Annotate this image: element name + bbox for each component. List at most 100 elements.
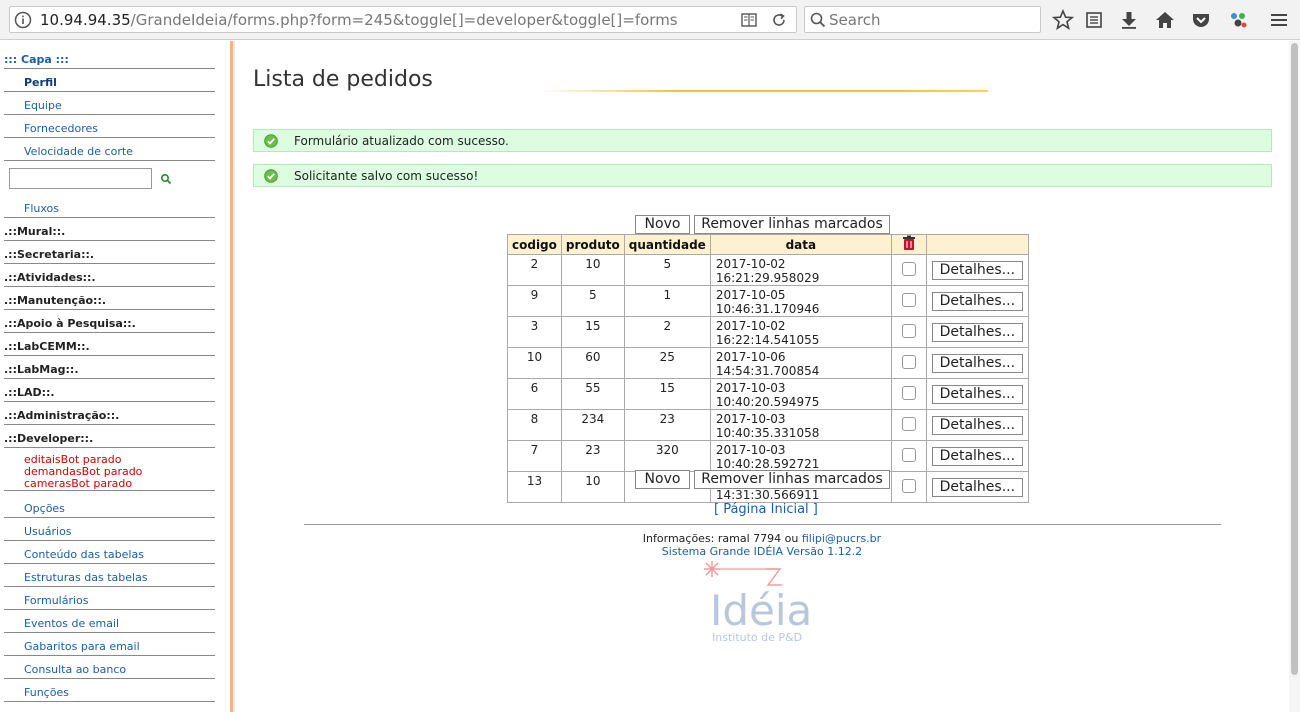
sidebar-item-equipe[interactable]: Equipe <box>4 92 215 115</box>
cell-codigo: 3 <box>507 316 562 348</box>
cell-data: 2017-10-02 16:21:29.958029 <box>709 254 892 286</box>
sidebar-item-fornecedores[interactable]: Fornecedores <box>4 115 215 138</box>
search-bar[interactable]: Search <box>804 6 1041 33</box>
sidebar-section-label: .::Administração::. <box>4 409 120 422</box>
email-link[interactable]: filipi@pucrs.br <box>802 532 881 545</box>
sidebar-item-label: Estruturas das tabelas <box>24 571 148 584</box>
cell-codigo: 9 <box>507 285 562 317</box>
sidebar-item-label: Eventos de email <box>24 617 120 630</box>
novo-button[interactable]: Novo <box>635 215 690 234</box>
sidebar-section-label: .::Developer::. <box>4 432 94 445</box>
row-checkbox[interactable] <box>901 416 916 431</box>
sidebar-item-label: Usuários <box>24 525 72 538</box>
extension-icon[interactable] <box>1227 9 1249 31</box>
sidebar-section-developer[interactable]: .::Developer::. <box>4 425 215 448</box>
sidebar-section-label: .::LabMag::. <box>4 363 79 376</box>
row-checkbox[interactable] <box>901 261 916 276</box>
sidebar-item-velocidade[interactable]: Velocidade de corte <box>4 138 215 161</box>
remover-button[interactable]: Remover linhas marcados <box>694 215 890 234</box>
sidebar-item-label: Fluxos <box>24 202 59 215</box>
novo-button-bottom[interactable]: Novo <box>635 470 690 489</box>
row-checkbox[interactable] <box>901 447 916 462</box>
system-version-link[interactable]: Sistema Grande IDÉIA Versão 1.12.2 <box>662 545 862 558</box>
detalhes-button[interactable]: Detalhes... <box>931 384 1023 404</box>
sidebar-item-conteudo[interactable]: Conteúdo das tabelas <box>4 541 215 564</box>
library-icon[interactable] <box>1083 9 1105 31</box>
sidebar-section-label: .::Apoio à Pesquisa::. <box>4 317 136 330</box>
sidebar-section-label: .::Manutenção::. <box>4 294 107 307</box>
cell-codigo: 2 <box>507 254 562 286</box>
sidebar-search-input[interactable] <box>9 168 152 189</box>
url-text[interactable]: 10.94.94.35/GrandeIdeia/forms.php?form=2… <box>40 11 678 29</box>
detalhes-button[interactable]: Detalhes... <box>931 322 1023 342</box>
search-icon[interactable] <box>160 173 172 185</box>
sidebar-section-label: .::Atividades::. <box>4 271 96 284</box>
row-checkbox[interactable] <box>901 478 916 493</box>
detalhes-button[interactable]: Detalhes... <box>931 353 1023 373</box>
row-checkbox[interactable] <box>901 385 916 400</box>
detalhes-button[interactable]: Detalhes... <box>931 446 1023 466</box>
pocket-icon[interactable] <box>1190 9 1212 31</box>
cell-quantidade: 25 <box>623 347 711 379</box>
sidebar-section-mural[interactable]: .::Mural::. <box>4 218 215 241</box>
sidebar-section-labmag[interactable]: .::LabMag::. <box>4 356 215 379</box>
pagina-inicial-link[interactable]: [ Página Inicial ] <box>714 502 818 517</box>
sidebar-item-gabaritos[interactable]: Gabaritos para email <box>4 633 215 656</box>
row-checkbox[interactable] <box>901 292 916 307</box>
sidebar-item-label: Opções <box>24 502 65 515</box>
sidebar-item-eventos[interactable]: Eventos de email <box>4 610 215 633</box>
cell-produto: 23 <box>560 440 625 472</box>
sidebar-item-label: Equipe <box>24 99 62 112</box>
sidebar-item-label: Fornecedores <box>24 122 99 135</box>
sidebar-section-label: .::Mural::. <box>4 225 66 238</box>
trash-icon <box>902 235 915 250</box>
sidebar-item-formularios[interactable]: Formulários <box>4 587 215 610</box>
row-checkbox[interactable] <box>901 323 916 338</box>
download-icon[interactable] <box>1118 9 1140 31</box>
cell-produto: 15 <box>560 316 625 348</box>
sidebar-section-manutencao[interactable]: .::Manutenção::. <box>4 287 215 310</box>
sidebar-item-consulta[interactable]: Consulta ao banco <box>4 656 215 679</box>
menu-icon[interactable] <box>1268 9 1290 31</box>
sidebar-item-label: Consulta ao banco <box>24 663 127 676</box>
sidebar-section-apoio[interactable]: .::Apoio à Pesquisa::. <box>4 310 215 333</box>
url-bar[interactable]: 10.94.94.35/GrandeIdeia/forms.php?form=2… <box>9 6 797 33</box>
sidebar-item-label: Funções <box>24 686 69 699</box>
success-message: Solicitante salvo com sucesso! <box>253 164 1272 187</box>
remover-button-bottom[interactable]: Remover linhas marcados <box>694 470 890 489</box>
sidebar-item-funcoes[interactable]: Funções <box>4 679 215 702</box>
home-icon[interactable] <box>1154 9 1176 31</box>
sidebar-section-lad[interactable]: .::LAD::. <box>4 379 215 402</box>
sidebar-section-labcemm[interactable]: .::LabCEMM::. <box>4 333 215 356</box>
column-header: codigo <box>507 234 562 255</box>
info-icon[interactable] <box>14 11 32 29</box>
cell-data: 2017-10-02 16:22:14.541055 <box>709 316 892 348</box>
detalhes-button[interactable]: Detalhes... <box>931 477 1023 497</box>
page-scrollbar[interactable] <box>1289 41 1300 712</box>
cell-produto: 234 <box>560 409 625 441</box>
sidebar-capa-label: ::: Capa ::: <box>4 53 69 66</box>
scrollbar-thumb[interactable] <box>1291 43 1298 675</box>
sidebar-section-atividades[interactable]: .::Atividades::. <box>4 264 215 287</box>
sidebar-section-secretaria[interactable]: .::Secretaria::. <box>4 241 215 264</box>
sidebar-item-perfil[interactable]: Perfil <box>4 69 215 92</box>
bot-status-list: editaisBot parado demandasBot parado cam… <box>24 454 142 490</box>
cell-quantidade: 320 <box>623 440 711 472</box>
detalhes-button[interactable]: Detalhes... <box>931 291 1023 311</box>
sidebar-item-label: Formulários <box>24 594 89 607</box>
browser-toolbar: 10.94.94.35/GrandeIdeia/forms.php?form=2… <box>0 0 1300 40</box>
sidebar-item-usuarios[interactable]: Usuários <box>4 518 215 541</box>
sidebar: ::: Capa ::: Perfil Equipe Fornecedores … <box>0 41 222 712</box>
detalhes-button[interactable]: Detalhes... <box>931 415 1023 435</box>
sidebar-item-estruturas[interactable]: Estruturas das tabelas <box>4 564 215 587</box>
sidebar-capa[interactable]: ::: Capa ::: <box>4 46 215 69</box>
detalhes-button[interactable]: Detalhes... <box>931 260 1023 280</box>
sidebar-item-fluxos[interactable]: Fluxos <box>4 195 215 218</box>
reader-view-icon[interactable] <box>740 11 758 29</box>
sidebar-section-administracao[interactable]: .::Administração::. <box>4 402 215 425</box>
row-checkbox[interactable] <box>901 354 916 369</box>
reload-icon[interactable] <box>770 11 788 29</box>
bookmark-star-icon[interactable] <box>1052 9 1074 31</box>
sidebar-item-opcoes[interactable]: Opções <box>4 495 215 518</box>
cell-quantidade: 5 <box>623 254 711 286</box>
